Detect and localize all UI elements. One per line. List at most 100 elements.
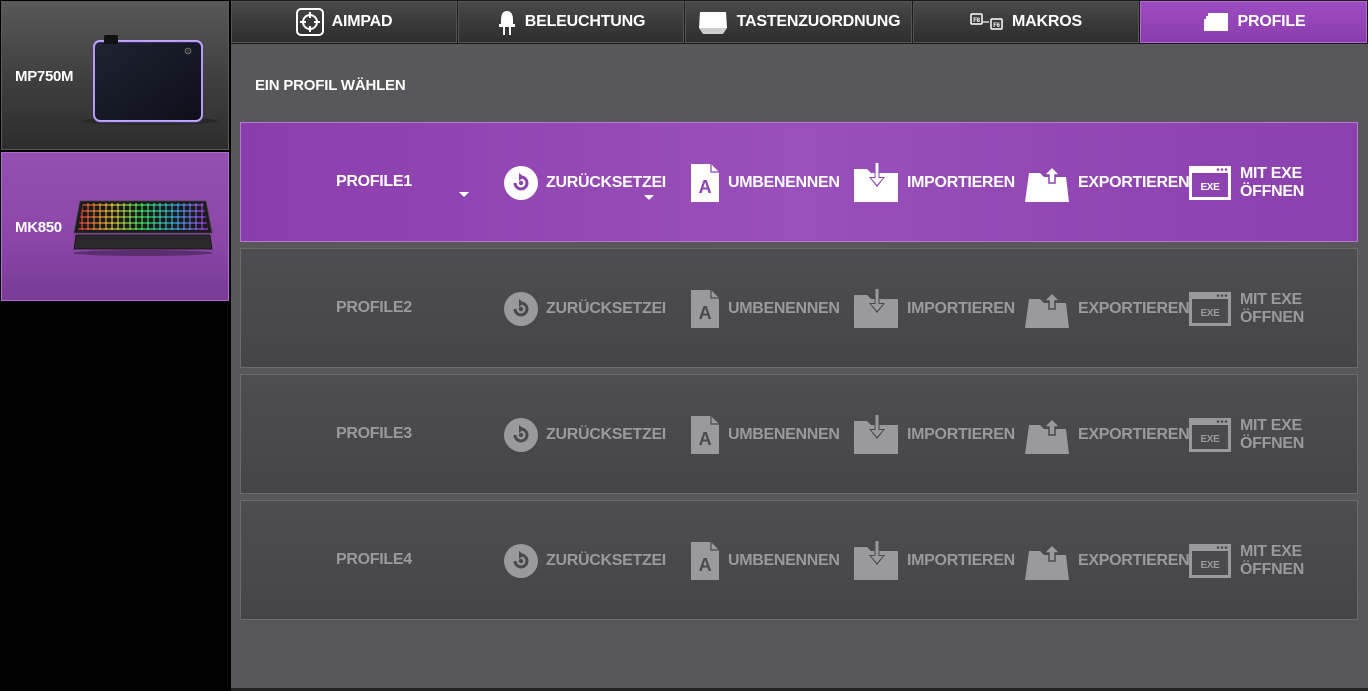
exe-label: MIT EXE ÖFFNEN	[1240, 291, 1304, 326]
rename-file-icon: A	[690, 163, 720, 203]
export-button[interactable]: EXPORTIEREN	[1024, 161, 1190, 205]
reset-label: ZURÜCKSETZEI	[546, 300, 666, 317]
export-label: EXPORTIEREN	[1078, 552, 1190, 569]
tab-profile[interactable]: PROFILE	[1140, 1, 1367, 43]
exe-window-icon: EXE	[1188, 291, 1232, 327]
reset-button[interactable]: ZURÜCKSETZEI	[504, 539, 666, 583]
svg-text:A: A	[699, 303, 712, 323]
led-icon	[498, 11, 515, 35]
import-folder-icon	[853, 541, 899, 581]
exe-label: MIT EXE ÖFFNEN	[1240, 165, 1304, 200]
tab-label: TASTENZUORDNUNG	[736, 13, 901, 30]
profile-name[interactable]: PROFILE3	[336, 425, 412, 443]
exe-window-icon: EXE	[1188, 417, 1232, 453]
device-label: MP750M	[15, 68, 74, 85]
export-label: EXPORTIEREN	[1078, 174, 1190, 191]
mousepad-image	[82, 35, 218, 125]
svg-text:F6: F6	[993, 23, 1000, 29]
import-label: IMPORTIEREN	[907, 552, 1015, 569]
reset-icon	[504, 418, 538, 452]
profile-row-3[interactable]: PROFILE3 ZURÜCKSETZEI A UMBENENNEN IMPOR…	[240, 374, 1358, 494]
open-with-exe-button[interactable]: EXE MIT EXE ÖFFNEN	[1188, 161, 1357, 205]
device-label: MK850	[15, 219, 62, 236]
reset-icon	[504, 544, 538, 578]
rename-button[interactable]: A UMBENENNEN	[690, 539, 840, 583]
import-folder-icon	[853, 289, 899, 329]
rename-label: UMBENENNEN	[728, 174, 840, 191]
section-title: EIN PROFIL WÄHLEN	[255, 77, 406, 94]
rename-button[interactable]: A UMBENENNEN	[690, 287, 840, 331]
rename-label: UMBENENNEN	[728, 426, 840, 443]
reset-icon	[504, 292, 538, 326]
svg-text:F8: F8	[973, 18, 980, 24]
svg-text:A: A	[699, 177, 712, 197]
rename-file-icon: A	[690, 289, 720, 329]
profile-panel: EIN PROFIL WÄHLEN PROFILE1 ZURÜCKSETZEI	[231, 44, 1368, 691]
export-label: EXPORTIEREN	[1078, 426, 1190, 443]
export-button[interactable]: EXPORTIEREN	[1024, 287, 1190, 331]
export-button[interactable]: EXPORTIEREN	[1024, 539, 1190, 583]
import-folder-icon	[853, 163, 899, 203]
device-sidebar: MP750M MK850	[0, 0, 231, 691]
exe-window-icon: EXE	[1188, 543, 1232, 579]
import-label: IMPORTIEREN	[907, 426, 1015, 443]
import-folder-icon	[853, 415, 899, 455]
import-button[interactable]: IMPORTIEREN	[853, 161, 1015, 205]
import-button[interactable]: IMPORTIEREN	[853, 287, 1015, 331]
import-label: IMPORTIEREN	[907, 174, 1015, 191]
tab-aimpad[interactable]: AIMPAD	[231, 1, 457, 43]
open-with-exe-button[interactable]: EXE MIT EXE ÖFFNEN	[1188, 287, 1357, 331]
export-button[interactable]: EXPORTIEREN	[1024, 413, 1190, 457]
exe-label: MIT EXE ÖFFNEN	[1240, 543, 1304, 578]
profile-name[interactable]: PROFILE2	[336, 299, 412, 317]
profile-cards-icon	[1203, 13, 1228, 31]
rename-label: UMBENENNEN	[728, 300, 840, 317]
profile-row-2[interactable]: PROFILE2 ZURÜCKSETZEI A UMBENENNEN IMPOR…	[240, 248, 1358, 368]
import-button[interactable]: IMPORTIEREN	[853, 413, 1015, 457]
tab-label: BELEUCHTUNG	[524, 13, 646, 30]
reset-label: ZURÜCKSETZEI	[546, 552, 666, 569]
export-folder-icon	[1024, 289, 1070, 329]
svg-text:A: A	[699, 555, 712, 575]
exe-icon-text: EXE	[1200, 434, 1220, 445]
profile-name[interactable]: PROFILE4	[336, 551, 412, 569]
reset-button[interactable]: ZURÜCKSETZEI	[504, 413, 666, 457]
rename-button[interactable]: A UMBENENNEN	[690, 161, 840, 205]
exe-icon-text: EXE	[1200, 308, 1220, 319]
tab-tastenzuordnung[interactable]: TASTENZUORDNUNG	[685, 1, 912, 43]
reset-label: ZURÜCKSETZEI	[546, 174, 666, 191]
import-label: IMPORTIEREN	[907, 300, 1015, 317]
export-folder-icon	[1024, 415, 1070, 455]
tab-beleuchtung[interactable]: BELEUCHTUNG	[458, 1, 684, 43]
device-mk850[interactable]: MK850	[1, 152, 229, 301]
keyboard-image	[73, 200, 213, 256]
caret-down-icon[interactable]	[459, 192, 469, 197]
exe-window-icon: EXE	[1188, 165, 1232, 201]
device-mp750m[interactable]: MP750M	[1, 1, 229, 150]
macro-keys-icon: F8 F6	[970, 13, 1003, 30]
caret-down-icon[interactable]	[644, 195, 654, 200]
exe-label: MIT EXE ÖFFNEN	[1240, 417, 1304, 452]
rename-file-icon: A	[690, 415, 720, 455]
crosshair-icon	[295, 8, 324, 36]
reset-button[interactable]: ZURÜCKSETZEI	[504, 287, 666, 331]
tab-label: PROFILE	[1237, 13, 1306, 30]
open-with-exe-button[interactable]: EXE MIT EXE ÖFFNEN	[1188, 413, 1357, 457]
exe-icon-text: EXE	[1200, 182, 1220, 193]
rename-button[interactable]: A UMBENENNEN	[690, 413, 840, 457]
export-label: EXPORTIEREN	[1078, 300, 1190, 317]
profile-row-1[interactable]: PROFILE1 ZURÜCKSETZEI A UMBENENNEN IMPOR…	[240, 122, 1358, 242]
export-folder-icon	[1024, 541, 1070, 581]
reset-label: ZURÜCKSETZEI	[546, 426, 666, 443]
import-button[interactable]: IMPORTIEREN	[853, 539, 1015, 583]
key-icon	[698, 12, 727, 34]
exe-icon-text: EXE	[1200, 560, 1220, 571]
open-with-exe-button[interactable]: EXE MIT EXE ÖFFNEN	[1188, 539, 1357, 583]
tab-makros[interactable]: F8 F6 MAKROS	[913, 1, 1139, 43]
reset-button[interactable]: ZURÜCKSETZEI	[504, 161, 666, 205]
rename-file-icon: A	[690, 541, 720, 581]
reset-icon	[504, 166, 538, 200]
profile-row-4[interactable]: PROFILE4 ZURÜCKSETZEI A UMBENENNEN IMPOR…	[240, 500, 1358, 620]
profile-name[interactable]: PROFILE1	[336, 173, 412, 191]
tab-bar: AIMPAD BELEUCHTUNG TASTENZUORDNUNG F8 F6…	[231, 0, 1368, 44]
